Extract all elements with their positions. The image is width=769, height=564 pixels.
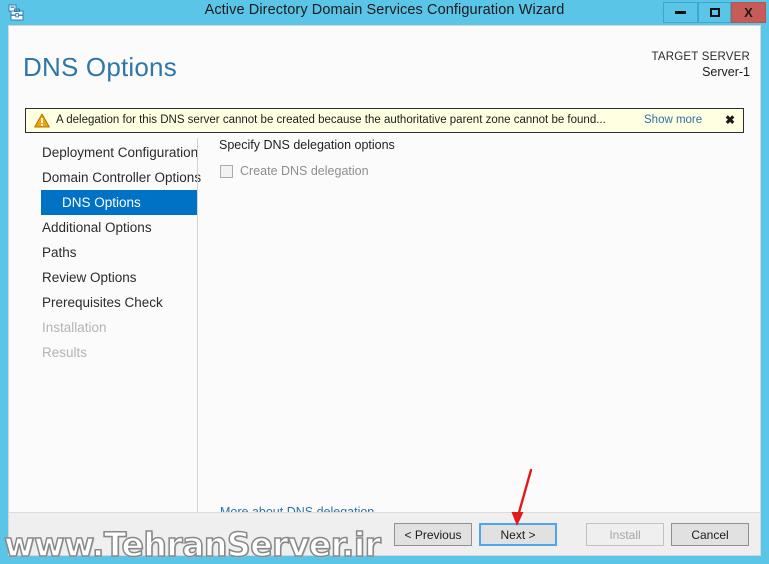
create-dns-delegation-checkbox	[220, 164, 233, 178]
create-dns-delegation-label: Create DNS delegation	[240, 164, 369, 178]
page-title: DNS Options	[23, 52, 177, 82]
target-server-label: TARGET SERVER	[651, 51, 750, 63]
sidebar-item-additional-options[interactable]: Additional Options	[9, 215, 197, 240]
minimize-button[interactable]	[663, 2, 698, 23]
main-content: Specify DNS delegation options Create DN…	[214, 138, 754, 178]
show-more-link[interactable]: Show more	[644, 114, 702, 126]
wizard-footer: < Previous Next > Install Cancel	[9, 512, 760, 555]
sidebar-divider	[197, 138, 198, 513]
cancel-button[interactable]: Cancel	[671, 523, 749, 546]
minimize-icon	[675, 11, 686, 14]
warning-message: A delegation for this DNS server cannot …	[56, 114, 606, 126]
sidebar-item-prerequisites-check[interactable]: Prerequisites Check	[9, 290, 197, 315]
sidebar-item-installation: Installation	[42, 320, 107, 335]
window-title: Active Directory Domain Services Configu…	[204, 2, 565, 18]
warning-banner: A delegation for this DNS server cannot …	[25, 108, 744, 133]
target-server-name: Server-1	[702, 65, 750, 79]
wizard-sidebar: Deployment Configuration Domain Controll…	[9, 138, 201, 365]
warning-triangle-icon	[34, 113, 50, 128]
sidebar-item-results: Results	[42, 345, 88, 360]
maximize-button[interactable]	[698, 2, 731, 23]
wizard-window: Active Directory Domain Services Configu…	[0, 0, 769, 564]
previous-button[interactable]: < Previous	[394, 523, 472, 546]
maximize-icon	[709, 8, 720, 17]
sidebar-item-dns-options[interactable]: DNS Options	[41, 190, 197, 215]
content-heading: Specify DNS delegation options	[219, 138, 395, 152]
install-button: Install	[586, 523, 664, 546]
close-button[interactable]: X	[731, 2, 766, 23]
sidebar-item-paths[interactable]: Paths	[9, 240, 197, 265]
target-server-block: TARGET SERVER Server-1	[652, 50, 750, 80]
next-button[interactable]: Next >	[479, 523, 557, 546]
banner-close-icon[interactable]: ✖	[725, 113, 735, 127]
sidebar-item-domain-controller-options[interactable]: Domain Controller Options	[9, 165, 201, 190]
sidebar-item-review-options[interactable]: Review Options	[9, 265, 197, 290]
sidebar-item-deployment-configuration[interactable]: Deployment Configuration	[9, 140, 198, 165]
client-area: DNS Options TARGET SERVER Server-1 A del…	[8, 25, 761, 556]
create-dns-delegation-row: Create DNS delegation	[220, 164, 754, 178]
title-bar: Active Directory Domain Services Configu…	[0, 0, 769, 25]
